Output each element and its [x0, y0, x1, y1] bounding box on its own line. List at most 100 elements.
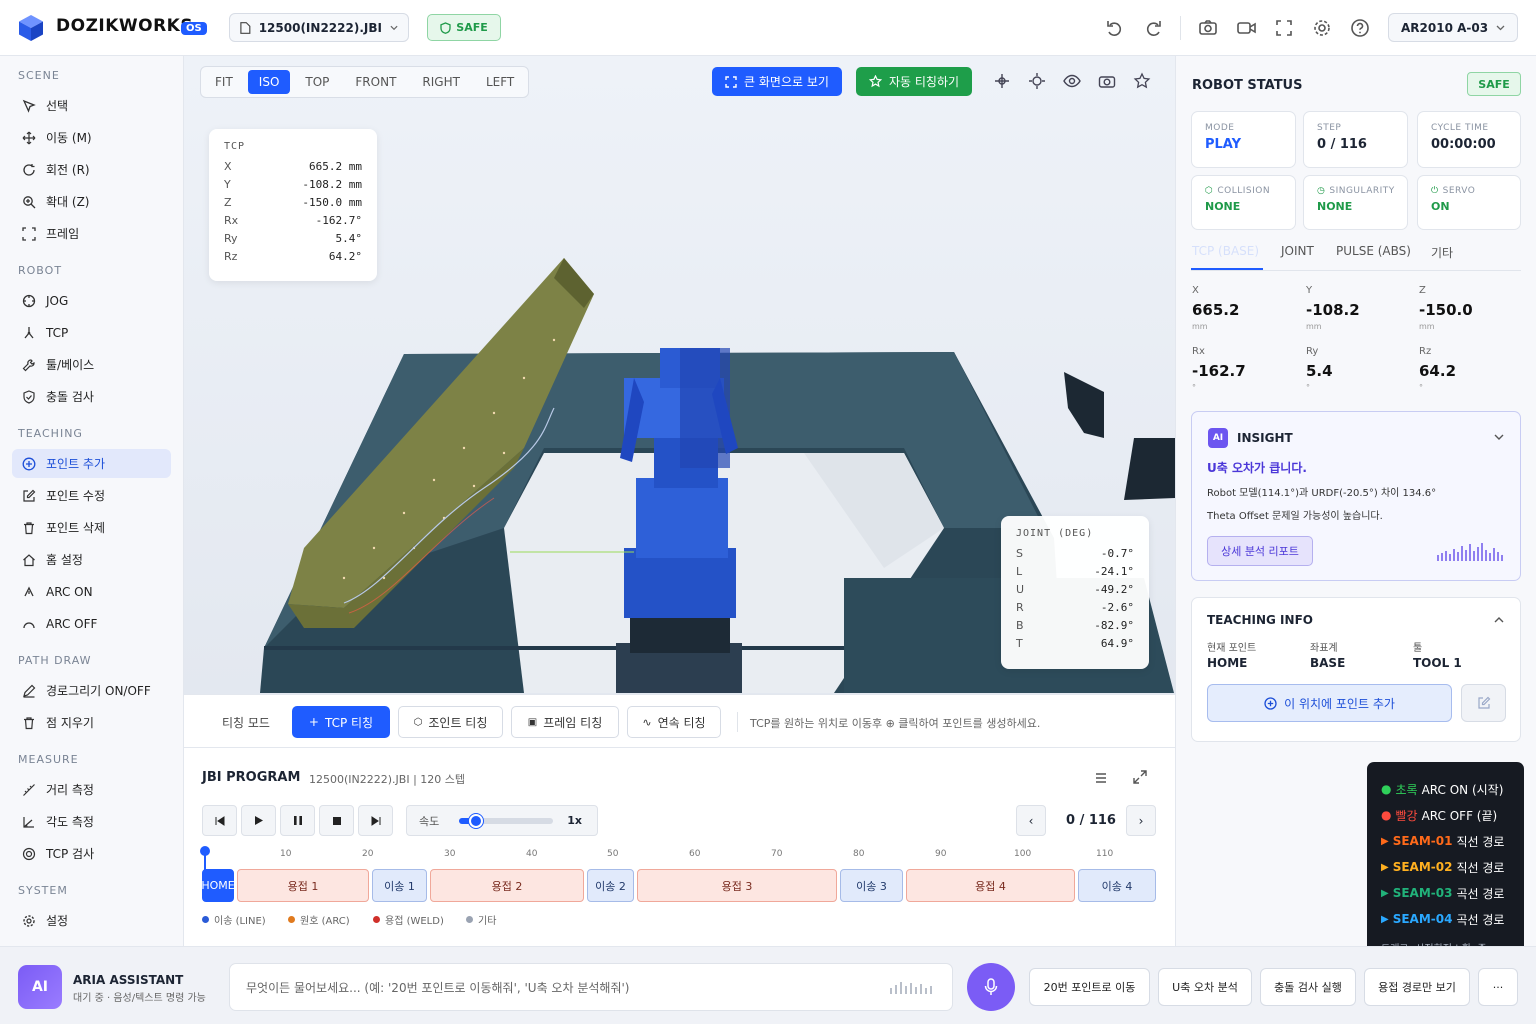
step-counter: 0 / 116	[1066, 813, 1116, 828]
segment-move-2[interactable]: 이송 2	[587, 869, 634, 902]
redo-icon[interactable]	[1142, 17, 1164, 39]
joint-teach-button[interactable]: ⬡ 조인트 티칭	[398, 706, 503, 738]
star-icon[interactable]	[1133, 72, 1151, 90]
tab-joint[interactable]: JOINT	[1281, 244, 1314, 258]
timeline-cursor-handle[interactable]	[200, 846, 210, 856]
quick-move-point-20[interactable]: 20번 포인트로 이동	[1029, 968, 1150, 1006]
sidebar-item-rotate[interactable]: 회전 (R)	[12, 155, 171, 184]
auto-teach-button[interactable]: 자동 티칭하기	[856, 67, 972, 96]
chevron-up-icon[interactable]	[1494, 616, 1504, 623]
eye-icon[interactable]	[1063, 72, 1081, 90]
sidebar-item-arc-off[interactable]: ARC OFF	[12, 609, 171, 638]
teaching-mode-bar: 티칭 모드 + TCP 티칭 ⬡ 조인트 티칭 ▣ 프레임 티칭 ∿ 연속 티칭 TCP…	[184, 694, 1175, 748]
sidebar-item-settings[interactable]: 설정	[12, 906, 171, 935]
sidebar-item-point-edit[interactable]: 포인트 수정	[12, 481, 171, 510]
add-point-here-button[interactable]: 이 위치에 포인트 추가	[1207, 684, 1452, 722]
joint-row-t: T 64.9°	[1016, 637, 1134, 650]
sidebar-item-zoom[interactable]: 확대 (Z)	[12, 187, 171, 216]
sidebar-item-tcp[interactable]: TCP	[12, 318, 171, 347]
focus-icon[interactable]	[1028, 72, 1046, 90]
tab-iso[interactable]: ISO	[247, 70, 291, 94]
robot-select[interactable]: AR2010 A-03	[1388, 13, 1518, 42]
list-icon[interactable]	[1094, 771, 1108, 785]
tcp-teach-button[interactable]: + TCP 티칭	[292, 706, 390, 738]
tab-pulse-abs[interactable]: PULSE (ABS)	[1336, 244, 1411, 258]
prev-step-button[interactable]: ‹	[1016, 805, 1046, 836]
sidebar-item-jog[interactable]: JOG	[12, 286, 171, 315]
sidebar-item-path-toggle[interactable]: 경로그리기 ON/OFF	[12, 676, 171, 705]
quick-weld-path-only[interactable]: 용접 경로만 보기	[1364, 968, 1470, 1006]
sidebar-item-angle[interactable]: 각도 측정	[12, 807, 171, 836]
segment-move-1[interactable]: 이송 1	[372, 869, 427, 902]
tab-fit[interactable]: FIT	[204, 70, 244, 94]
coord-system-value: BASE	[1310, 656, 1346, 670]
sidebar-item-point-delete[interactable]: 포인트 삭제	[12, 513, 171, 542]
skip-end-button[interactable]	[358, 805, 393, 836]
assistant-input[interactable]: 무엇이든 물어보세요... (예: '20번 포인트로 이동해줘', 'U축 오…	[229, 963, 953, 1011]
joint-row-r: R -2.6°	[1016, 601, 1134, 614]
expand-icon[interactable]	[1133, 770, 1147, 784]
sidebar-item-arc-on[interactable]: ARC ON	[12, 577, 171, 606]
file-select[interactable]: 12500(IN2222).JBI	[229, 13, 409, 42]
skip-start-button[interactable]	[202, 805, 237, 836]
pause-button[interactable]	[280, 805, 315, 836]
segment-weld-4[interactable]: 용접 4	[906, 869, 1075, 902]
camera-icon[interactable]	[1197, 17, 1219, 39]
sidebar-item-home-set[interactable]: 홈 설정	[12, 545, 171, 574]
tab-right[interactable]: RIGHT	[411, 70, 471, 94]
stop-button[interactable]	[319, 805, 354, 836]
tab-other[interactable]: 기타	[1431, 244, 1453, 261]
segment-move-4[interactable]: 이송 4	[1078, 869, 1156, 902]
fullscreen-icon[interactable]	[1273, 17, 1295, 39]
edit-point-button[interactable]	[1461, 684, 1506, 722]
tab-tcp-base[interactable]: TCP (BASE)	[1192, 244, 1259, 258]
continuous-teach-button[interactable]: ∿ 연속 티칭	[627, 706, 721, 738]
segment-move-3[interactable]: 이송 3	[840, 869, 903, 902]
quick-collision-check[interactable]: 충돌 검사 실행	[1260, 968, 1356, 1006]
ai-badge: AI	[1208, 428, 1228, 448]
segment-weld-1[interactable]: 용접 1	[237, 869, 369, 902]
sidebar-item-tcp-check[interactable]: TCP 검사	[12, 839, 171, 868]
speed-slider-handle[interactable]	[469, 813, 484, 828]
play-button[interactable]	[241, 805, 276, 836]
segment-weld-3[interactable]: 용접 3	[637, 869, 837, 902]
tab-front[interactable]: FRONT	[344, 70, 407, 94]
triangle-icon: ▶	[1381, 861, 1389, 873]
3d-viewport[interactable]: FIT ISO TOP FRONT RIGHT LEFT 큰 화면으로 보기 자…	[184, 56, 1175, 694]
tab-top[interactable]: TOP	[294, 70, 340, 94]
frame-teach-button[interactable]: ▣ 프레임 티칭	[511, 706, 619, 738]
chevron-down-icon[interactable]	[1494, 434, 1504, 441]
sidebar-item-tool-base[interactable]: 툴/베이스	[12, 350, 171, 379]
segment-home[interactable]: HOME	[201, 869, 235, 902]
collision-card: ⬡ COLLISION NONE	[1191, 175, 1296, 230]
segment-weld-2[interactable]: 용접 2	[430, 869, 584, 902]
detail-report-button[interactable]: 상세 분석 리포트	[1207, 536, 1313, 566]
mic-button[interactable]	[967, 963, 1015, 1011]
speed-slider[interactable]	[459, 813, 554, 828]
sidebar-item-point-add[interactable]: 포인트 추가	[12, 449, 171, 478]
quick-u-axis-analysis[interactable]: U축 오차 분석	[1158, 968, 1252, 1006]
assistant-status: 대기 중 · 음성/텍스트 명령 가능	[73, 993, 206, 1004]
next-step-button[interactable]: ›	[1126, 805, 1156, 836]
fullscreen-view-button[interactable]: 큰 화면으로 보기	[712, 67, 842, 96]
video-icon[interactable]	[1235, 17, 1257, 39]
help-icon[interactable]	[1349, 17, 1371, 39]
insight-title: INSIGHT	[1237, 431, 1293, 445]
sidebar-item-label: 점 지우기	[46, 716, 94, 730]
sidebar-item-move[interactable]: 이동 (M)	[12, 123, 171, 152]
sidebar-item-distance[interactable]: 거리 측정	[12, 775, 171, 804]
step-card: STEP 0 / 116	[1303, 111, 1408, 168]
gear-icon[interactable]	[1311, 17, 1333, 39]
sidebar-item-erase-points[interactable]: 점 지우기	[12, 708, 171, 737]
skip-end-icon	[371, 815, 380, 826]
sidebar-item-frame[interactable]: 프레임	[12, 219, 171, 248]
camera-icon[interactable]	[1098, 72, 1116, 90]
more-button[interactable]: ···	[1478, 968, 1518, 1006]
trash-icon	[24, 521, 34, 534]
speed-label: 속도	[419, 814, 440, 828]
undo-icon[interactable]	[1104, 17, 1126, 39]
tab-left[interactable]: LEFT	[475, 70, 525, 94]
crosshair-icon[interactable]	[993, 72, 1011, 90]
sidebar-item-select[interactable]: 선택	[12, 91, 171, 120]
sidebar-item-collision[interactable]: 충돌 검사	[12, 382, 171, 411]
